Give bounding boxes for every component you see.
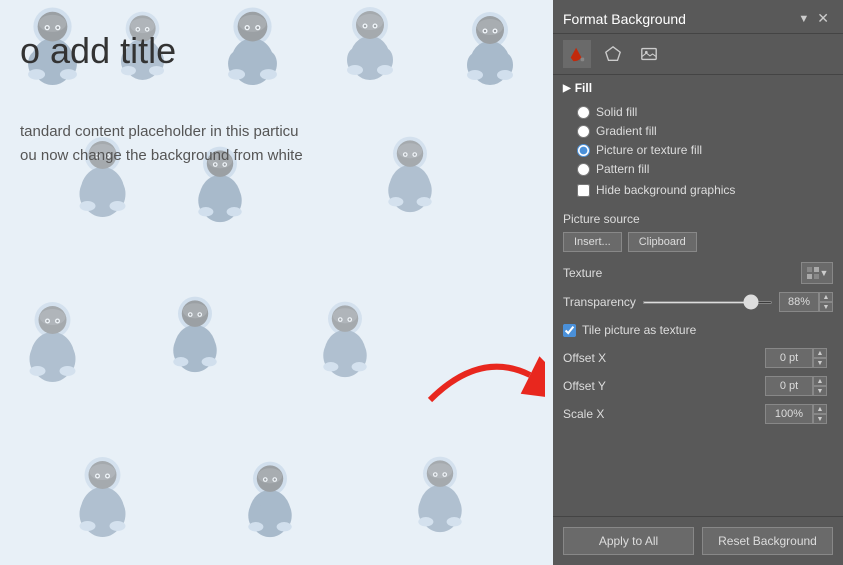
picture-texture-fill-label: Picture or texture fill xyxy=(596,143,702,157)
panel-header: Format Background ▼ ✕ xyxy=(553,0,843,34)
tile-picture-label: Tile picture as texture xyxy=(582,323,696,337)
picture-source-label: Picture source xyxy=(563,212,827,226)
hide-bg-graphics-option[interactable]: Hide background graphics xyxy=(577,180,827,200)
panel-close-button[interactable]: ✕ xyxy=(813,8,833,29)
panel-pin-icon[interactable]: ▼ xyxy=(798,13,809,25)
ninja-figure xyxy=(370,130,450,215)
gradient-fill-option[interactable]: Gradient fill xyxy=(577,124,827,138)
transparency-row: Transparency ▲ ▼ xyxy=(553,288,843,316)
slide-body: tandard content placeholder in this part… xyxy=(20,120,303,168)
transparency-spinner-btns: ▲ ▼ xyxy=(819,292,833,312)
offset-x-spinner: ▲ ▼ xyxy=(765,348,827,368)
solid-fill-radio[interactable] xyxy=(577,106,590,119)
fill-options-group: Solid fill Gradient fill Picture or text… xyxy=(577,105,827,176)
tile-picture-row: Tile picture as texture xyxy=(553,316,843,344)
ninja-figure xyxy=(330,0,410,80)
offset-x-input[interactable] xyxy=(765,348,813,368)
panel-icon-toolbar xyxy=(553,34,843,75)
ninja-figure xyxy=(230,455,310,540)
offset-x-spinner-btns: ▲ ▼ xyxy=(813,348,827,368)
picture-texture-fill-radio[interactable] xyxy=(577,144,590,157)
format-background-panel: Format Background ▼ ✕ xyxy=(553,0,843,565)
transparency-label: Transparency xyxy=(563,295,636,309)
paint-bucket-icon xyxy=(568,45,586,63)
fill-icon-button[interactable] xyxy=(563,40,591,68)
ninja-figure xyxy=(400,450,480,535)
pattern-fill-option[interactable]: Pattern fill xyxy=(577,162,827,176)
ninja-figure xyxy=(210,0,295,85)
picture-source-buttons: Insert... Clipboard xyxy=(553,230,843,258)
scale-x-spinner-btns: ▲ ▼ xyxy=(813,404,827,424)
panel-content: ▶ Fill Solid fill Gradient fill Picture … xyxy=(553,75,843,516)
scale-x-increment-btn[interactable]: ▲ xyxy=(813,404,827,414)
texture-label: Texture xyxy=(563,266,602,280)
slide-title: o add title xyxy=(20,30,176,72)
panel-title: Format Background xyxy=(563,11,686,27)
gradient-fill-radio[interactable] xyxy=(577,125,590,138)
scale-x-spinner: ▲ ▼ xyxy=(765,404,827,424)
texture-dropdown-button[interactable]: ▼ xyxy=(801,262,833,284)
picture-source-row: Picture source xyxy=(553,208,843,230)
pattern-fill-radio[interactable] xyxy=(577,163,590,176)
fill-collapse-icon: ▶ xyxy=(563,83,571,94)
offset-x-increment-btn[interactable]: ▲ xyxy=(813,348,827,358)
pentagon-icon xyxy=(604,45,622,63)
texture-row: Texture ▼ xyxy=(553,258,843,288)
ninja-figure xyxy=(305,295,385,380)
offset-y-row: Offset Y ▲ ▼ xyxy=(553,372,843,400)
transparency-value-input[interactable] xyxy=(779,292,819,312)
picture-texture-fill-option[interactable]: Picture or texture fill xyxy=(577,143,827,157)
insert-button[interactable]: Insert... xyxy=(563,232,622,252)
ninja-figure xyxy=(60,450,145,540)
image-icon xyxy=(640,45,658,63)
offset-x-decrement-btn[interactable]: ▼ xyxy=(813,358,827,368)
hide-bg-graphics-label: Hide background graphics xyxy=(596,183,735,197)
hide-bg-graphics-checkbox[interactable] xyxy=(577,184,590,197)
solid-fill-label: Solid fill xyxy=(596,105,637,119)
scale-x-label: Scale X xyxy=(563,407,765,421)
offset-y-input[interactable] xyxy=(765,376,813,396)
texture-arrow-icon: ▼ xyxy=(820,268,829,278)
offset-y-label: Offset Y xyxy=(563,379,765,393)
panel-footer: Apply to All Reset Background xyxy=(553,516,843,565)
offset-x-row: Offset X ▲ ▼ xyxy=(553,344,843,372)
offset-y-spinner-btns: ▲ ▼ xyxy=(813,376,827,396)
scale-x-decrement-btn[interactable]: ▼ xyxy=(813,414,827,424)
clipboard-button[interactable]: Clipboard xyxy=(628,232,697,252)
fill-section-header[interactable]: ▶ Fill xyxy=(553,75,843,101)
ninja-figure xyxy=(10,295,95,385)
slide-area: o add title tandard content placeholder … xyxy=(0,0,555,565)
ninja-figure xyxy=(155,290,235,375)
scale-x-input[interactable] xyxy=(765,404,813,424)
apply-to-all-button[interactable]: Apply to All xyxy=(563,527,694,555)
offset-y-decrement-btn[interactable]: ▼ xyxy=(813,386,827,396)
fill-section-content: Solid fill Gradient fill Picture or text… xyxy=(553,101,843,208)
image-icon-button[interactable] xyxy=(635,40,663,68)
texture-icon xyxy=(806,266,820,280)
ninja-figure xyxy=(450,5,530,85)
transparency-slider[interactable] xyxy=(642,301,773,304)
offset-x-label: Offset X xyxy=(563,351,765,365)
offset-y-spinner: ▲ ▼ xyxy=(765,376,827,396)
transparency-spinner: ▲ ▼ xyxy=(779,292,833,312)
solid-fill-option[interactable]: Solid fill xyxy=(577,105,827,119)
reset-background-button[interactable]: Reset Background xyxy=(702,527,833,555)
gradient-fill-label: Gradient fill xyxy=(596,124,657,138)
tile-picture-option[interactable]: Tile picture as texture xyxy=(563,320,833,340)
tile-picture-checkbox[interactable] xyxy=(563,324,576,337)
scale-x-row: Scale X ▲ ▼ xyxy=(553,400,843,428)
pattern-fill-label: Pattern fill xyxy=(596,162,649,176)
fill-section-label: Fill xyxy=(575,81,592,95)
transparency-decrement-btn[interactable]: ▼ xyxy=(819,302,833,312)
shape-icon-button[interactable] xyxy=(599,40,627,68)
offset-y-increment-btn[interactable]: ▲ xyxy=(813,376,827,386)
transparency-increment-btn[interactable]: ▲ xyxy=(819,292,833,302)
